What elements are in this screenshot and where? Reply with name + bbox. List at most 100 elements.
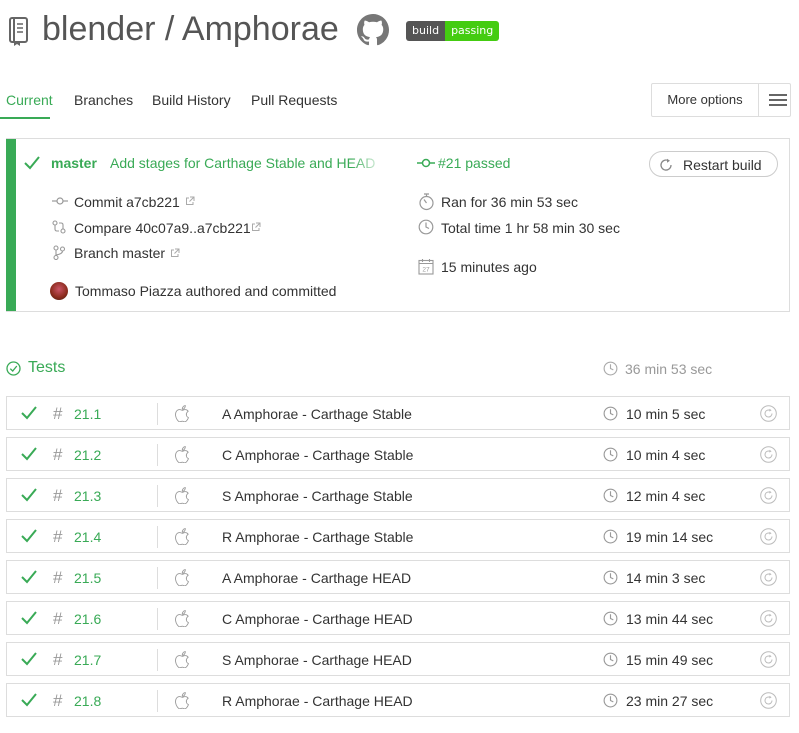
job-row[interactable]: #21.4 R Amphorae - Carthage Stable 19 min …: [6, 519, 790, 553]
job-number[interactable]: 21.5: [74, 570, 101, 586]
restart-job-icon[interactable]: [760, 487, 777, 504]
column-divider: [157, 403, 158, 425]
external-link-icon[interactable]: [170, 248, 180, 258]
job-name: S Amphorae - Carthage Stable: [222, 488, 413, 504]
hash-icon: #: [53, 486, 63, 505]
job-number[interactable]: 21.2: [74, 447, 101, 463]
commit-icon: [417, 158, 435, 168]
column-divider: [157, 485, 158, 507]
job-name: C Amphorae - Carthage Stable: [222, 447, 414, 463]
column-divider: [157, 649, 158, 671]
restart-job-icon[interactable]: [760, 610, 777, 627]
menu-icon[interactable]: [759, 84, 790, 116]
author-text: Tommaso Piazza authored and committed: [75, 283, 337, 299]
restart-job-icon[interactable]: [760, 528, 777, 545]
restart-build-button[interactable]: Restart build: [649, 151, 778, 177]
check-icon: [24, 156, 40, 170]
job-row[interactable]: #21.3 S Amphorae - Carthage Stable 12 min …: [6, 478, 790, 512]
repo-name-link[interactable]: Amphorae: [182, 10, 339, 48]
job-number[interactable]: 21.1: [74, 406, 101, 422]
check-icon: [21, 406, 37, 420]
hash-icon: #: [53, 568, 63, 587]
external-link-icon[interactable]: [251, 222, 261, 232]
build-status-text[interactable]: #21 passed: [438, 155, 510, 171]
stopwatch-icon: [419, 193, 434, 211]
compare-link[interactable]: Compare 40c07a9..a7cb221: [74, 220, 251, 236]
avatar[interactable]: [50, 282, 68, 300]
repo-owner-link[interactable]: blender: [42, 10, 155, 48]
job-duration: 19 min 14 sec: [626, 529, 714, 545]
clock-icon: [603, 361, 618, 376]
clock-icon: [603, 652, 618, 667]
restart-icon: [660, 158, 672, 171]
tab-branches[interactable]: Branches: [74, 92, 133, 108]
compare-icon: [52, 220, 66, 234]
column-divider: [157, 690, 158, 712]
apple-icon: [175, 692, 189, 709]
more-options-label: More options: [652, 84, 759, 116]
clock-icon: [603, 447, 618, 462]
job-number[interactable]: 21.6: [74, 611, 101, 627]
job-row[interactable]: #21.8 R Amphorae - Carthage HEAD 23 min 27…: [6, 683, 790, 717]
restart-job-icon[interactable]: [760, 405, 777, 422]
badge-label: build: [406, 21, 446, 41]
job-row[interactable]: #21.1 A Amphorae - Carthage Stable 10 min …: [6, 396, 790, 430]
check-icon: [21, 693, 37, 707]
apple-icon: [175, 405, 189, 422]
total-time-text: Total time 1 hr 58 min 30 sec: [441, 220, 620, 236]
job-duration: 13 min 44 sec: [626, 611, 714, 627]
tab-current[interactable]: Current: [6, 92, 53, 108]
hash-icon: #: [53, 609, 63, 628]
build-branch[interactable]: master: [51, 155, 97, 171]
hash-icon: #: [53, 650, 63, 669]
job-number[interactable]: 21.3: [74, 488, 101, 504]
restart-job-icon[interactable]: [760, 569, 777, 586]
branch-link[interactable]: Branch master: [74, 245, 165, 261]
job-duration: 10 min 4 sec: [626, 447, 706, 463]
check-circle-icon: [6, 361, 21, 376]
job-row[interactable]: #21.7 S Amphorae - Carthage HEAD 15 min 49…: [6, 642, 790, 676]
job-name: C Amphorae - Carthage HEAD: [222, 611, 413, 627]
check-icon: [21, 447, 37, 461]
github-icon[interactable]: [357, 14, 389, 46]
branch-icon: [53, 245, 65, 260]
job-row[interactable]: #21.2 C Amphorae - Carthage Stable 10 min …: [6, 437, 790, 471]
commit-message[interactable]: Add stages for Carthage Stable and HEAD: [110, 155, 384, 171]
tab-build-history[interactable]: Build History: [152, 92, 231, 108]
external-link-icon[interactable]: [185, 196, 195, 206]
clock-icon: [603, 693, 618, 708]
check-icon: [21, 611, 37, 625]
job-number[interactable]: 21.4: [74, 529, 101, 545]
restart-job-icon[interactable]: [760, 651, 777, 668]
commit-link[interactable]: Commit a7cb221: [74, 194, 180, 210]
apple-icon: [175, 446, 189, 463]
clock-icon: [603, 570, 618, 585]
build-status-badge[interactable]: build passing: [406, 21, 500, 41]
check-icon: [21, 652, 37, 666]
job-name: A Amphorae - Carthage Stable: [222, 406, 412, 422]
job-row[interactable]: #21.5 A Amphorae - Carthage HEAD 14 min 3 …: [6, 560, 790, 594]
calendar-icon: 27: [418, 259, 434, 275]
commit-icon: [52, 197, 68, 205]
repo-icon: [9, 17, 28, 46]
job-duration: 15 min 49 sec: [626, 652, 714, 668]
column-divider: [157, 608, 158, 630]
tests-stage-duration: 36 min 53 sec: [625, 361, 713, 377]
tab-pull-requests[interactable]: Pull Requests: [251, 92, 337, 108]
job-row[interactable]: #21.6 C Amphorae - Carthage HEAD 13 min 44…: [6, 601, 790, 635]
clock-icon: [603, 611, 618, 626]
hash-icon: #: [53, 691, 63, 710]
check-icon: [21, 488, 37, 502]
check-icon: [21, 529, 37, 543]
apple-icon: [175, 610, 189, 627]
calendar-day: 27: [422, 267, 430, 274]
restart-job-icon[interactable]: [760, 446, 777, 463]
restart-build-label: Restart build: [683, 157, 762, 173]
restart-job-icon[interactable]: [760, 692, 777, 709]
more-options-button[interactable]: More options: [651, 83, 791, 117]
column-divider: [157, 526, 158, 548]
job-number[interactable]: 21.7: [74, 652, 101, 668]
clock-icon: [603, 529, 618, 544]
badge-value: passing: [445, 21, 500, 41]
job-number[interactable]: 21.8: [74, 693, 101, 709]
